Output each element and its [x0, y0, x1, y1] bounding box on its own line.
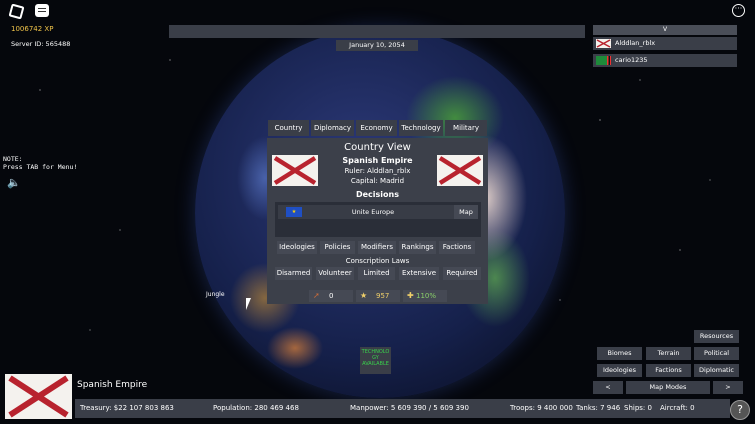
tab-economy[interactable]: Economy	[356, 120, 397, 136]
panel-title: Country View	[344, 142, 411, 153]
biomes-map-button[interactable]: Biomes	[597, 347, 642, 360]
stability-value: 957	[376, 292, 390, 300]
conscription-limited-button[interactable]: Limited	[358, 267, 395, 280]
modifiers-button[interactable]: Modifiers	[358, 241, 396, 254]
growth-value: 110%	[416, 292, 437, 300]
decision-map-button[interactable]: Map	[454, 205, 478, 219]
country-flag-right	[437, 155, 483, 186]
ideologies-map-button[interactable]: Ideologies	[597, 364, 642, 377]
player-list-header[interactable]: V	[593, 25, 737, 35]
help-icon[interactable]: ?	[730, 400, 750, 420]
stability-stat: ★ 957	[356, 290, 400, 302]
eu-flag-icon: ★	[286, 207, 302, 217]
decisions-list: ★ Unite Europe Map	[275, 202, 481, 237]
ideologies-button[interactable]: Ideologies	[277, 241, 317, 254]
chat-icon[interactable]	[35, 4, 49, 17]
technology-available-badge[interactable]: TECHNOLO GY AVAILABLE	[360, 347, 391, 374]
star-icon: ★	[360, 291, 368, 300]
player-list-item[interactable]: Alddlan_rblx	[593, 37, 737, 50]
ships-stat: Ships: 0	[624, 404, 652, 412]
speaker-icon[interactable]: 🔈	[7, 176, 21, 189]
political-map-button[interactable]: Political	[694, 347, 739, 360]
conscription-heading: Conscription Laws	[345, 257, 410, 265]
country-flag-left	[272, 155, 318, 186]
tab-country[interactable]: Country	[268, 120, 309, 136]
tech-badge-label: TECHNOLO GY AVAILABLE	[361, 349, 390, 367]
decision-item[interactable]: ★ Unite Europe Map	[278, 205, 478, 219]
military-stat: ➚ 0	[309, 290, 353, 302]
player-name: cario1235	[615, 56, 648, 64]
musket-icon: ➚	[313, 291, 320, 300]
server-id: Server ID: 565488	[11, 40, 71, 48]
terrain-map-button[interactable]: Terrain	[646, 347, 691, 360]
decisions-heading: Decisions	[355, 190, 399, 199]
country-tabs: Country Diplomacy Economy Technology Mil…	[268, 120, 487, 136]
country-flag-bottom[interactable]	[5, 374, 72, 419]
factions-button[interactable]: Factions	[439, 241, 475, 254]
xp-counter: 1006742 XP	[11, 25, 54, 33]
manpower-stat: Manpower: 5 609 390 / 5 609 390	[350, 404, 469, 412]
top-bar	[169, 25, 585, 38]
map-modes-button[interactable]: Map Modes	[626, 381, 710, 394]
country-view-panel: Country View Spanish Empire Ruler: Alddl…	[267, 138, 488, 304]
diplomatic-map-button[interactable]: Diplomatic	[694, 364, 739, 377]
conscription-volunteer-button[interactable]: Volunteer	[316, 267, 354, 280]
burgundy-cross-flag-icon	[596, 39, 611, 48]
player-name: Alddlan_rblx	[615, 39, 656, 47]
tab-diplomacy[interactable]: Diplomacy	[311, 120, 354, 136]
tab-technology[interactable]: Technology	[399, 120, 443, 136]
stats-bar: Treasury: $22 107 803 863 Population: 28…	[75, 399, 730, 418]
tanks-stat: Tanks: 7 946	[576, 404, 621, 412]
military-value: 0	[329, 292, 334, 300]
player-list-item[interactable]: cario1235	[593, 54, 737, 67]
mouse-cursor-icon	[246, 298, 251, 310]
conscription-extensive-button[interactable]: Extensive	[399, 267, 439, 280]
aircraft-stat: Aircraft: 0	[660, 404, 695, 412]
game-date: January 10, 2054	[336, 40, 418, 51]
empire-name: Spanish Empire	[77, 380, 148, 390]
resources-button[interactable]: Resources	[694, 330, 739, 343]
rankings-button[interactable]: Rankings	[399, 241, 436, 254]
treasury-stat: Treasury: $22 107 803 863	[80, 404, 174, 412]
factions-map-button[interactable]: Factions	[646, 364, 691, 377]
conscription-required-button[interactable]: Required	[443, 267, 481, 280]
conscription-disarmed-button[interactable]: Disarmed	[275, 267, 312, 280]
plus-icon: ✚	[407, 291, 414, 300]
menu-note: NOTE: Press TAB for Menu!	[3, 155, 78, 171]
decision-label: Unite Europe	[351, 208, 395, 216]
tab-military[interactable]: Military	[445, 120, 487, 136]
troops-stat: Troops: 9 400 000	[510, 404, 573, 412]
population-stat: Population: 280 469 468	[213, 404, 299, 412]
green-flag-icon	[596, 56, 611, 65]
growth-stat: ✚ 110%	[403, 290, 447, 302]
dots-menu-icon[interactable]: ···	[732, 4, 745, 17]
policies-button[interactable]: Policies	[320, 241, 355, 254]
map-modes-prev-button[interactable]: <	[593, 381, 623, 394]
map-modes-next-button[interactable]: >	[713, 381, 743, 394]
biome-label: Jungle	[206, 291, 225, 298]
